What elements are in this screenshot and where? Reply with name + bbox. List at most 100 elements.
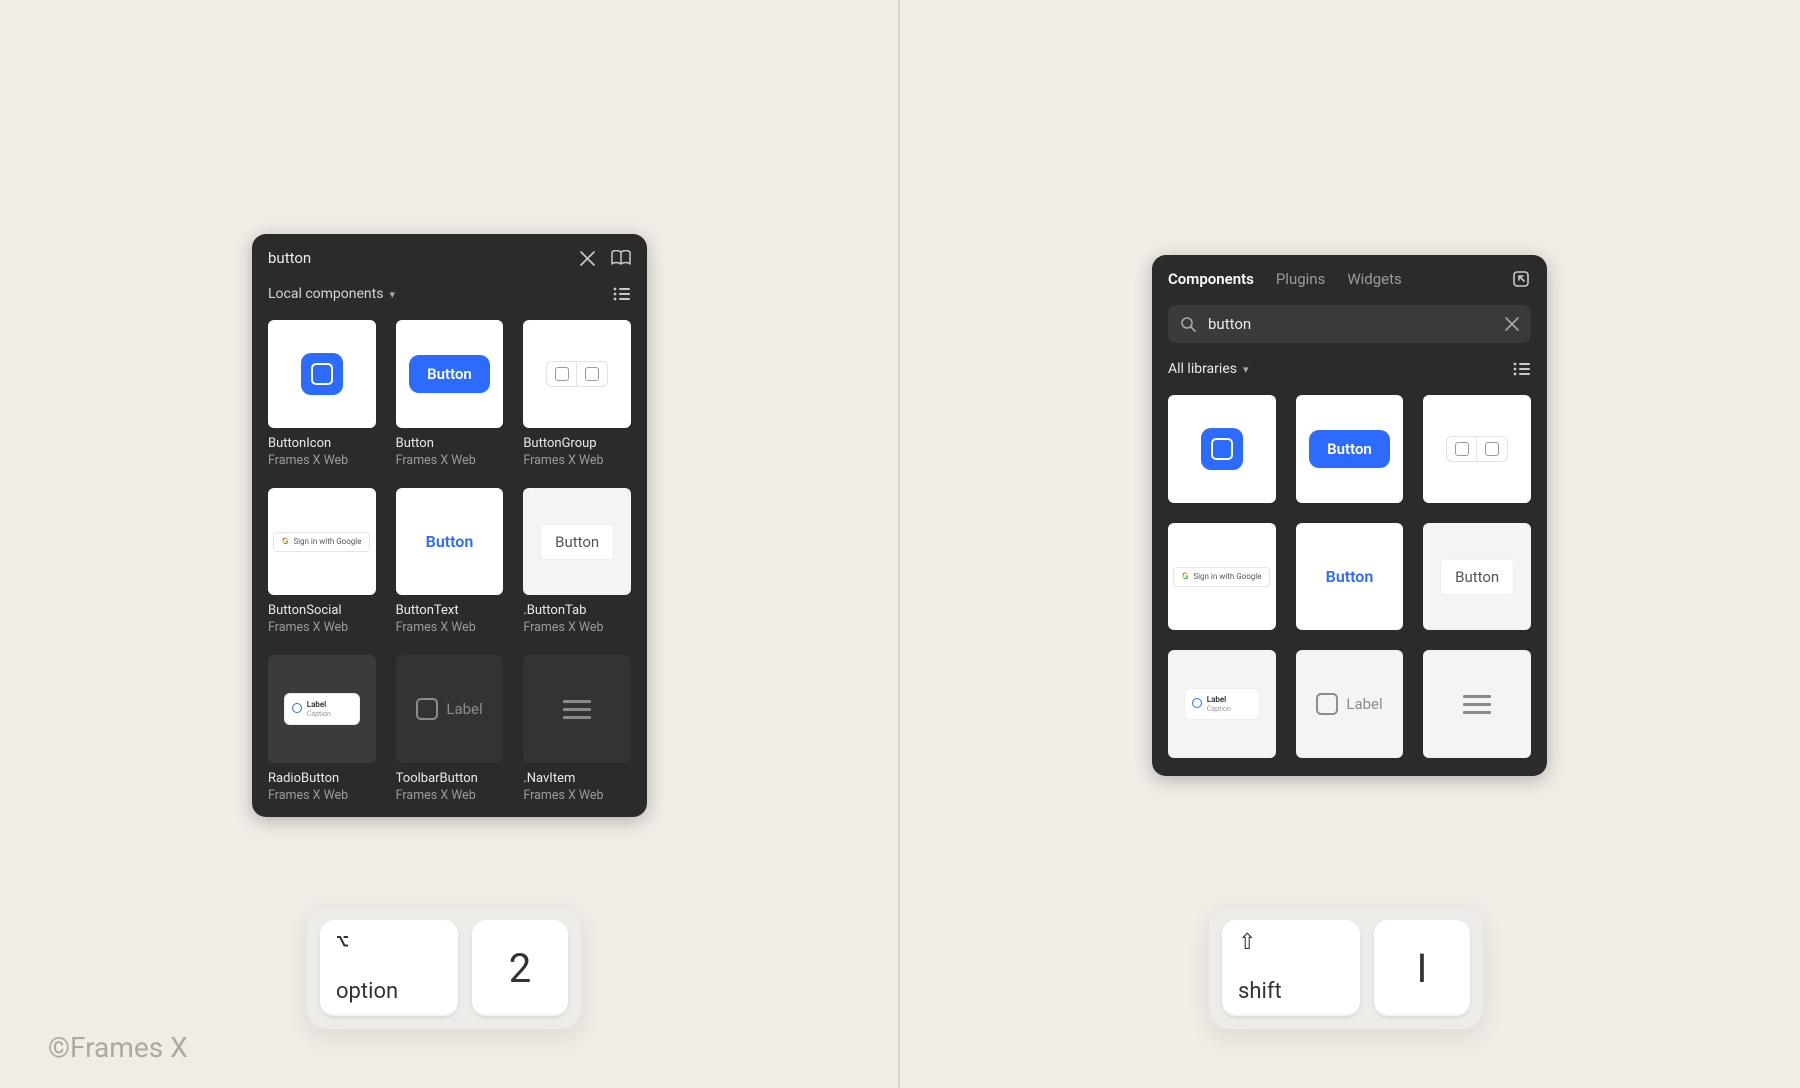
component-thumbnail: Button [1296,395,1404,503]
component-thumbnail: Button [396,320,504,428]
component-source: Frames X Web [523,788,631,803]
component-thumbnail: Sign in with Google [268,488,376,596]
component-thumbnail [268,320,376,428]
button-graphic: Button [1309,430,1390,468]
chevron-down-icon: ▾ [389,288,395,301]
component-item[interactable]: ButtonGroup Frames X Web [523,320,631,468]
component-source: Frames X Web [396,453,504,468]
key-2: 2 [472,920,568,1016]
component-thumbnail [523,320,631,428]
component-source: Frames X Web [268,453,376,468]
nav-item-graphic [563,700,591,719]
button-icon-graphic [1201,428,1243,470]
component-name: ButtonIcon [268,436,376,451]
component-name: RadioButton [268,771,376,786]
key-label: 2 [509,945,531,992]
assets-panel-local: button Local components ▾ ButtonIcon Fra… [252,234,647,817]
component-name: ButtonText [396,603,504,618]
vertical-divider [898,0,900,1088]
component-item[interactable]: Sign in with Google [1168,523,1276,631]
radio-button-graphic: LabelCaption [284,693,360,725]
button-group-graphic [1446,436,1508,462]
tab-widgets[interactable]: Widgets [1347,270,1401,288]
component-item[interactable]: ButtonIcon Frames X Web [268,320,376,468]
component-thumbnail: Button [1423,523,1531,631]
list-view-toggle-icon[interactable] [1511,359,1531,379]
key-label: option [336,979,442,1004]
close-icon[interactable] [577,248,597,268]
component-thumbnail: Button [396,488,504,596]
search-value[interactable]: button [268,249,563,267]
component-item[interactable]: Button [1296,395,1404,503]
clear-icon[interactable] [1505,317,1519,331]
component-item[interactable] [1423,650,1531,758]
key-option: ⌥ option [320,920,458,1016]
component-source: Frames X Web [396,788,504,803]
search-icon [1180,316,1196,332]
button-group-graphic [546,361,608,387]
component-thumbnail: Button [1296,523,1404,631]
filter-dropdown[interactable]: Local components ▾ [268,286,395,302]
component-thumbnail [1423,650,1531,758]
watermark: ©Frames X [48,1031,188,1064]
component-thumbnail: Sign in with Google [1168,523,1276,631]
component-item[interactable]: .NavItem Frames X Web [523,655,631,803]
book-icon[interactable] [611,248,631,268]
component-item[interactable] [1423,395,1531,503]
component-name: Button [396,436,504,451]
key-i: I [1374,920,1470,1016]
component-item[interactable]: LabelCaption RadioButton Frames X Web [268,655,376,803]
component-item[interactable]: Sign in with Google ButtonSocial Frames … [268,488,376,636]
search-field[interactable]: button [1168,305,1531,343]
component-thumbnail: Label [1296,650,1404,758]
chevron-down-icon: ▾ [1243,363,1249,376]
component-item[interactable]: Button Button Frames X Web [396,320,504,468]
component-thumbnail: LabelCaption [268,655,376,763]
component-item[interactable] [1168,395,1276,503]
toolbar-button-graphic: Label [1316,693,1382,715]
tab-plugins[interactable]: Plugins [1276,270,1325,288]
google-signin-graphic: Sign in with Google [1173,567,1270,587]
search-value: button [1208,315,1493,333]
component-name: .NavItem [523,771,631,786]
button-graphic: Button [409,355,490,393]
component-source: Frames X Web [523,453,631,468]
component-item[interactable]: Button .ButtonTab Frames X Web [523,488,631,636]
filter-label: All libraries [1168,361,1237,377]
tab-components[interactable]: Components [1168,270,1254,288]
component-item[interactable]: Button ButtonText Frames X Web [396,488,504,636]
component-thumbnail: LabelCaption [1168,650,1276,758]
radio-button-graphic: LabelCaption [1184,688,1260,720]
component-item[interactable]: Label ToolbarButton Frames X Web [396,655,504,803]
toolbar-button-graphic: Label [416,698,482,720]
key-symbol: ⌥ [336,932,442,954]
keyboard-shortcut-left: ⌥ option 2 [306,906,582,1030]
component-thumbnail [1423,395,1531,503]
nav-item-graphic [1463,695,1491,714]
popout-icon[interactable] [1511,269,1531,289]
filter-label: Local components [268,286,383,302]
list-view-toggle-icon[interactable] [611,284,631,304]
google-signin-graphic: Sign in with Google [273,532,370,552]
component-name: ButtonGroup [523,436,631,451]
button-tab-graphic: Button [540,524,614,560]
key-symbol: ⇧ [1238,932,1344,954]
component-item[interactable]: Label [1296,650,1404,758]
component-item[interactable]: LabelCaption [1168,650,1276,758]
key-label: I [1417,945,1428,992]
button-tab-graphic: Button [1440,559,1514,595]
component-item[interactable]: Button [1423,523,1531,631]
key-shift: ⇧ shift [1222,920,1360,1016]
button-icon-graphic [301,353,343,395]
component-thumbnail: Label [396,655,504,763]
component-source: Frames X Web [268,620,376,635]
library-filter-dropdown[interactable]: All libraries ▾ [1168,361,1249,377]
key-label: shift [1238,979,1344,1004]
component-name: .ButtonTab [523,603,631,618]
resources-panel: Components Plugins Widgets button All li… [1152,255,1547,776]
component-source: Frames X Web [268,788,376,803]
component-item[interactable]: Button [1296,523,1404,631]
component-source: Frames X Web [396,620,504,635]
button-text-graphic: Button [1326,567,1374,586]
component-name: ToolbarButton [396,771,504,786]
